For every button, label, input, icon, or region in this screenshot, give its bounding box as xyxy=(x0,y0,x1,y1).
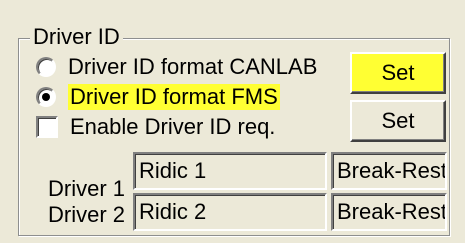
driver-1-status-field: Break-Rest xyxy=(331,152,447,190)
driver-2-name-field: Ridic 2 xyxy=(133,193,327,231)
radio-button-fms[interactable] xyxy=(36,87,56,107)
radio-format-fms[interactable]: Driver ID format FMS xyxy=(36,82,280,112)
driver-1-name-field: Ridic 1 xyxy=(133,152,327,190)
set-enable-button[interactable]: Set xyxy=(350,100,446,142)
groupbox-title: Driver ID xyxy=(30,24,123,50)
radio-format-fms-label: Driver ID format FMS xyxy=(68,84,280,110)
driver-id-panel: Driver ID Driver ID format CANLAB Driver… xyxy=(0,0,465,243)
radio-format-canlab[interactable]: Driver ID format CANLAB xyxy=(36,52,317,82)
radio-button-canlab[interactable] xyxy=(36,57,56,77)
checkbox-enable-driver-id-req-label: Enable Driver ID req. xyxy=(70,114,276,139)
checkbox-enable-driver-id-req[interactable]: Enable Driver ID req. xyxy=(36,112,275,142)
radio-format-canlab-label: Driver ID format CANLAB xyxy=(68,54,318,79)
driver-1-label: Driver 1 xyxy=(48,176,126,201)
set-format-button[interactable]: Set xyxy=(350,52,446,94)
checkbox-box[interactable] xyxy=(36,116,58,138)
driver-2-label: Driver 2 xyxy=(48,202,126,227)
driver-2-status-field: Break-Rest xyxy=(331,193,447,231)
